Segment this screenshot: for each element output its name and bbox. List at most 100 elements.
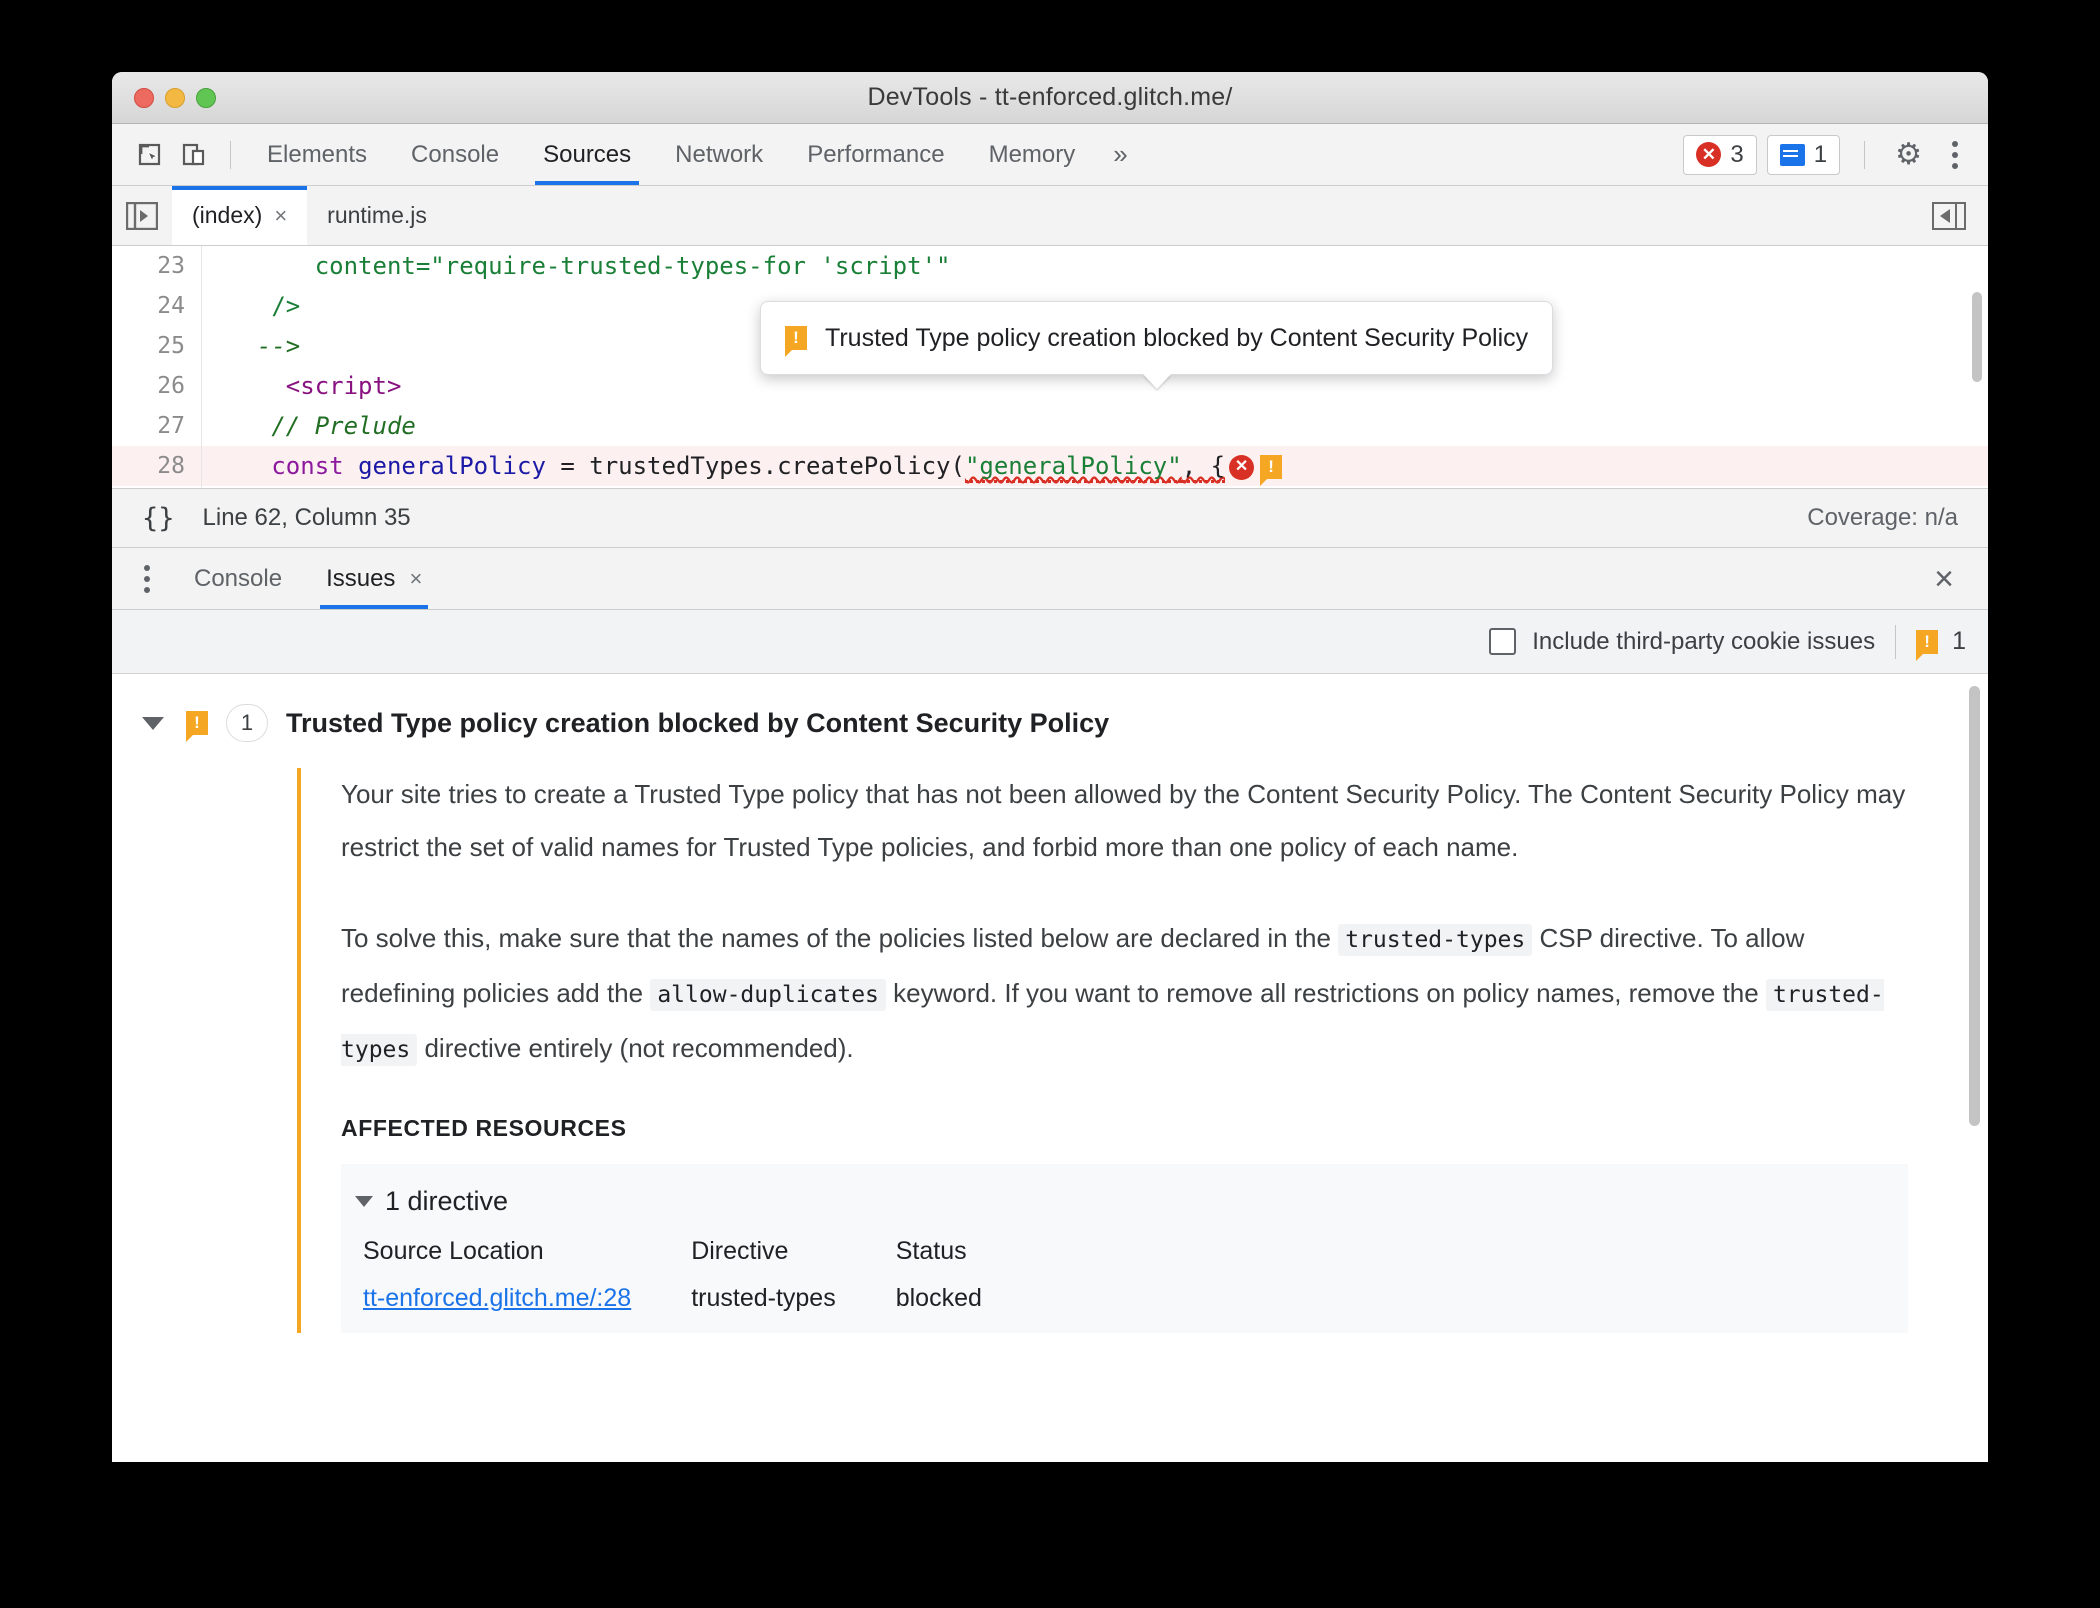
cell-source-location[interactable]: tt-enforced.glitch.me/:28 — [363, 1284, 691, 1333]
tab-elements[interactable]: Elements — [245, 124, 389, 185]
tab-performance[interactable]: Performance — [785, 124, 966, 185]
issue-count-value: 1 — [1952, 627, 1966, 655]
tab-network[interactable]: Network — [653, 124, 785, 185]
line-number: 28 — [112, 446, 202, 486]
devtools-toolbar: Elements Console Sources Network Perform… — [112, 124, 1988, 186]
table-header-row: Source Location Directive Status — [363, 1231, 1042, 1284]
code-text: --> — [256, 332, 301, 360]
drawer-tab-issues-label: Issues — [326, 564, 396, 592]
issue-header-row[interactable]: 1 Trusted Type policy creation blocked b… — [112, 674, 1988, 768]
issue-details: Your site tries to create a Trusted Type… — [297, 768, 1988, 1333]
code-text: // Prelude — [271, 412, 416, 440]
close-icon[interactable]: × — [409, 566, 422, 592]
code-line-28: 28 const generalPolicy = trustedTypes.cr… — [112, 446, 1988, 486]
pretty-print-icon[interactable]: {} — [142, 503, 175, 534]
resource-group-header[interactable]: 1 directive — [341, 1180, 1908, 1231]
cursor-position: Line 62, Column 35 — [202, 504, 411, 531]
collapse-sidebar-icon[interactable] — [1932, 201, 1966, 230]
p2-part4: directive entirely (not recommended). — [417, 1033, 854, 1063]
toolbar-right-group: ✕ 3 1 ⚙ — [1683, 134, 1972, 175]
tab-console[interactable]: Console — [389, 124, 521, 185]
window-title: DevTools - tt-enforced.glitch.me/ — [867, 83, 1233, 111]
line-number: 25 — [112, 326, 202, 366]
cell-status: blocked — [895, 1284, 982, 1312]
chevron-down-icon[interactable] — [355, 1196, 373, 1207]
drawer-tab-issues[interactable]: Issues × — [304, 548, 444, 609]
window-titlebar: DevTools - tt-enforced.glitch.me/ — [112, 72, 1988, 124]
code-text: content="require-trusted-types-for 'scri… — [314, 252, 951, 280]
error-tooltip: Trusted Type policy creation blocked by … — [760, 301, 1554, 375]
inspect-element-icon[interactable] — [128, 133, 172, 177]
affected-resources-label: AFFECTED RESOURCES — [341, 1115, 627, 1141]
code-line-29: 29 createHTML: string => string.replace(… — [112, 486, 1988, 488]
error-icon: ✕ — [1696, 142, 1722, 167]
line-error-markers[interactable]: ✕ — [1229, 454, 1283, 486]
warning-icon — [1916, 629, 1939, 661]
panel-tabs: Elements Console Sources Network Perform… — [245, 124, 1144, 185]
error-count-badge[interactable]: ✕ 3 — [1683, 134, 1757, 175]
close-drawer-button[interactable]: × — [1934, 562, 1988, 596]
issue-count-indicator: 1 — [1916, 627, 1966, 661]
file-tab-runtime[interactable]: runtime.js — [307, 186, 447, 245]
message-icon — [1779, 143, 1805, 166]
resource-group-label: 1 directive — [385, 1186, 509, 1216]
warning-icon[interactable] — [1260, 455, 1283, 486]
close-icon[interactable]: × — [274, 203, 287, 229]
code-text: createHTML: string => string.replace(/\<… — [202, 486, 1052, 488]
line-number: 29 — [112, 486, 202, 488]
issue-title: Trusted Type policy creation blocked by … — [286, 707, 1110, 738]
source-location-link[interactable]: tt-enforced.glitch.me/:28 — [363, 1284, 631, 1312]
code-text: const generalPolicy = trustedTypes.creat… — [202, 446, 1283, 486]
file-tabs-right-group — [1932, 201, 1988, 230]
line-number: 27 — [112, 406, 202, 446]
column-status: Status — [895, 1237, 967, 1265]
tab-memory[interactable]: Memory — [967, 124, 1098, 185]
drawer-tab-console[interactable]: Console — [172, 548, 304, 609]
code-line-27: 27 // Prelude — [112, 406, 1988, 446]
line-number: 23 — [112, 246, 202, 286]
editor-scrollbar[interactable] — [1972, 292, 1982, 382]
drawer-tab-console-label: Console — [194, 564, 283, 592]
file-tab-index[interactable]: (index) × — [172, 186, 308, 245]
show-navigator-icon[interactable] — [112, 201, 172, 230]
code-allow-duplicates: allow-duplicates — [650, 979, 886, 1011]
code-trusted-types-1: trusted-types — [1338, 924, 1533, 956]
drawer-tab-strip: Console Issues × × — [112, 548, 1988, 610]
devtools-window: DevTools - tt-enforced.glitch.me/ Elemen… — [112, 72, 1988, 1462]
affected-resources-table: Source Location Directive Status tt-enfo… — [363, 1231, 1042, 1333]
affected-resources-box: 1 directive Source Location Directive St… — [341, 1164, 1908, 1333]
issue-details-inner: Your site tries to create a Trusted Type… — [301, 768, 1988, 1333]
chevron-down-icon[interactable] — [142, 716, 164, 730]
kebab-menu-icon[interactable] — [1938, 140, 1972, 169]
error-icon[interactable]: ✕ — [1229, 454, 1255, 480]
file-tab-runtime-label: runtime.js — [327, 202, 427, 228]
coverage-status: Coverage: n/a — [1807, 504, 1958, 531]
code-text: /> — [271, 292, 301, 320]
tab-sources[interactable]: Sources — [521, 124, 653, 185]
drawer-menu-icon[interactable] — [122, 564, 172, 593]
device-toolbar-icon[interactable] — [172, 133, 216, 177]
warning-icon — [186, 711, 208, 742]
tooltip-text: Trusted Type policy creation blocked by … — [825, 324, 1529, 352]
file-tab-strip: (index) × runtime.js — [112, 186, 1988, 246]
editor-status-bar: {} Line 62, Column 35 Coverage: n/a — [112, 488, 1988, 548]
warning-icon — [785, 326, 807, 357]
code-line-23: 23 content="require-trusted-types-for 's… — [112, 246, 1988, 286]
gear-icon[interactable]: ⚙ — [1889, 137, 1928, 172]
checkbox-icon[interactable] — [1489, 628, 1517, 655]
cell-directive: trusted-types — [691, 1284, 836, 1312]
p2-part1: To solve this, make sure that the names … — [341, 923, 1339, 953]
issues-panel: 1 Trusted Type policy creation blocked b… — [112, 674, 1988, 1462]
more-panels-button[interactable]: » — [1097, 139, 1143, 170]
third-party-cookie-filter[interactable]: Include third-party cookie issues — [1489, 628, 1875, 656]
message-count-badge[interactable]: 1 — [1766, 134, 1841, 175]
code-editor[interactable]: 23 content="require-trusted-types-for 's… — [112, 246, 1988, 488]
error-count-value: 3 — [1730, 140, 1744, 168]
issues-scrollbar[interactable] — [1969, 686, 1980, 1126]
third-party-cookie-filter-label: Include third-party cookie issues — [1532, 627, 1876, 655]
toolbar-divider — [230, 140, 231, 169]
issue-paragraph-1: Your site tries to create a Trusted Type… — [341, 779, 1906, 862]
line-number: 26 — [112, 366, 202, 406]
issue-occurrence-count: 1 — [226, 704, 268, 742]
issue-paragraph-2: To solve this, make sure that the names … — [341, 912, 1908, 1077]
